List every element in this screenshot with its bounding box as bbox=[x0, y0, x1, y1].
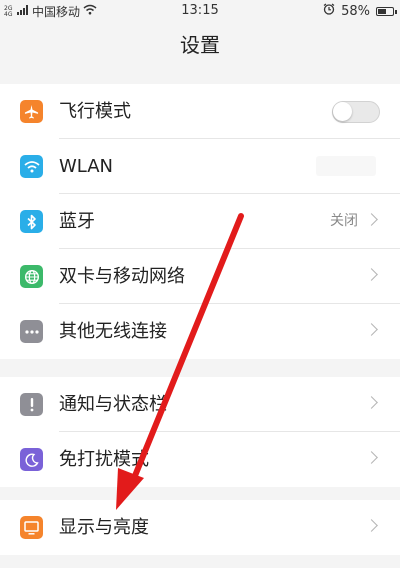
bluetooth-status-value: 关闭 bbox=[330, 213, 358, 229]
moon-icon bbox=[20, 448, 43, 471]
settings-item-label: 免打扰模式 bbox=[59, 449, 149, 470]
settings-item-label: 双卡与移动网络 bbox=[59, 266, 185, 287]
settings-item-dual-sim-mobile-network[interactable]: 双卡与移动网络 bbox=[0, 249, 400, 304]
chevron-right-icon bbox=[365, 213, 378, 226]
settings-item-do-not-disturb[interactable]: 免打扰模式 bbox=[0, 432, 400, 487]
settings-item-label: 通知与状态栏 bbox=[59, 394, 167, 415]
battery-icon bbox=[376, 6, 397, 16]
status-right: 58% bbox=[323, 3, 397, 19]
more-icon bbox=[20, 320, 43, 343]
page-title: 设置 bbox=[180, 33, 220, 57]
airplane-mode-toggle[interactable] bbox=[332, 101, 380, 123]
chevron-right-icon bbox=[365, 451, 378, 464]
chevron-right-icon bbox=[365, 519, 378, 532]
settings-group-display: 显示与亮度 bbox=[0, 500, 400, 555]
settings-item-label: WLAN bbox=[59, 156, 114, 177]
settings-group-connectivity: 飞行模式 WLAN 蓝牙 关闭 双卡与移动网络 其他无线连接 bbox=[0, 84, 400, 359]
settings-item-display-brightness[interactable]: 显示与亮度 bbox=[0, 500, 400, 555]
settings-item-label: 飞行模式 bbox=[59, 101, 131, 122]
settings-item-airplane-mode[interactable]: 飞行模式 bbox=[0, 84, 400, 139]
toggle-knob bbox=[333, 102, 352, 121]
settings-item-label: 其他无线连接 bbox=[59, 321, 167, 342]
alarm-icon bbox=[323, 3, 335, 19]
settings-item-wlan[interactable]: WLAN bbox=[0, 139, 400, 194]
chevron-right-icon bbox=[365, 268, 378, 281]
chevron-right-icon bbox=[365, 396, 378, 409]
airplane-icon bbox=[20, 100, 43, 123]
exclamation-icon bbox=[20, 393, 43, 416]
settings-group-notifications: 通知与状态栏 免打扰模式 bbox=[0, 377, 400, 487]
settings-item-label: 显示与亮度 bbox=[59, 517, 149, 538]
battery-percent: 58% bbox=[341, 3, 370, 19]
display-icon bbox=[20, 516, 43, 539]
bluetooth-icon bbox=[20, 210, 43, 233]
chevron-right-icon bbox=[365, 323, 378, 336]
status-bar: 2G 4G 中国移动 13:15 58% bbox=[0, 0, 400, 22]
wifi-icon bbox=[20, 155, 43, 178]
wlan-network-value bbox=[316, 156, 376, 176]
settings-item-other-wireless[interactable]: 其他无线连接 bbox=[0, 304, 400, 359]
settings-item-notifications-status-bar[interactable]: 通知与状态栏 bbox=[0, 377, 400, 432]
settings-item-bluetooth[interactable]: 蓝牙 关闭 bbox=[0, 194, 400, 249]
globe-icon bbox=[20, 265, 43, 288]
settings-item-label: 蓝牙 bbox=[59, 211, 95, 232]
